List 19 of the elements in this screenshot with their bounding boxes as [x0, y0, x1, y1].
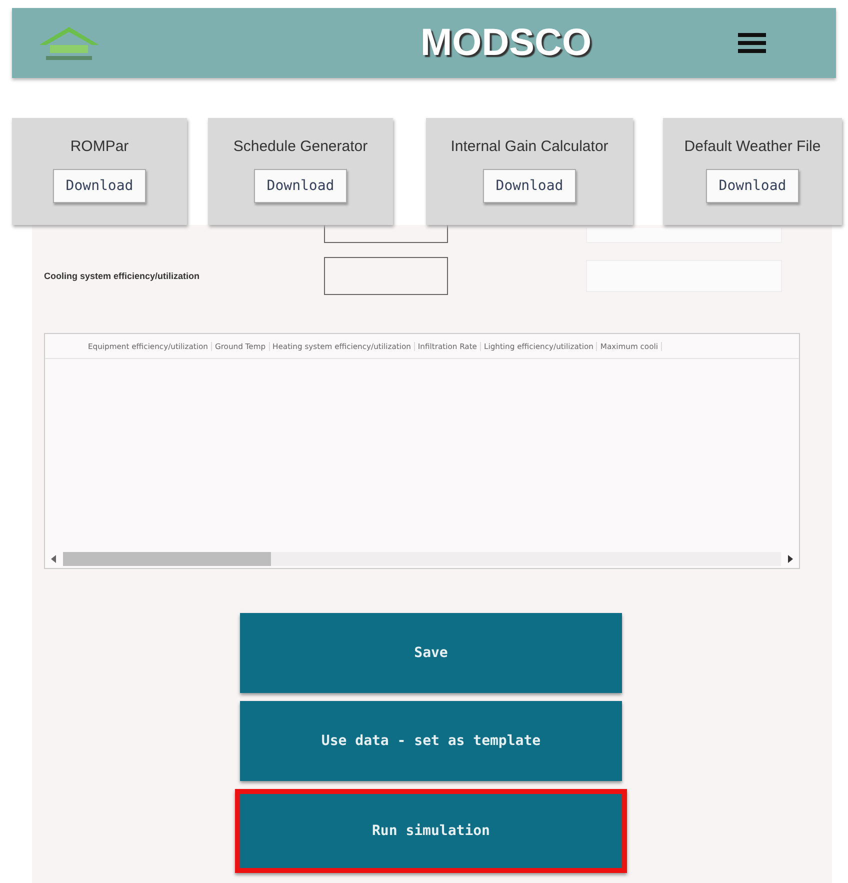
card-title: ROMPar	[70, 138, 129, 155]
card-title: Default Weather File	[684, 138, 821, 155]
download-button[interactable]: Download	[482, 169, 576, 203]
scrollbar-thumb[interactable]	[63, 552, 271, 566]
input-field[interactable]	[324, 224, 448, 243]
download-button[interactable]: Download	[706, 169, 800, 203]
action-button[interactable]: Run simulation	[235, 789, 627, 873]
card-title: Schedule Generator	[233, 138, 368, 155]
scroll-right-icon[interactable]	[787, 555, 793, 563]
card-title: Internal Gain Calculator	[450, 138, 608, 155]
action-button[interactable]: Use data - set as template	[240, 701, 622, 781]
field-label: Cooling system efficiency/utilization	[44, 271, 200, 281]
action-button[interactable]: Save	[240, 613, 622, 693]
download-button[interactable]: Download	[254, 169, 348, 203]
app-title: MODSCO	[420, 22, 592, 64]
menu-icon[interactable]	[738, 31, 766, 55]
download-button[interactable]: Download	[52, 169, 146, 203]
scroll-left-icon[interactable]	[51, 555, 57, 563]
input-field[interactable]	[324, 257, 448, 295]
